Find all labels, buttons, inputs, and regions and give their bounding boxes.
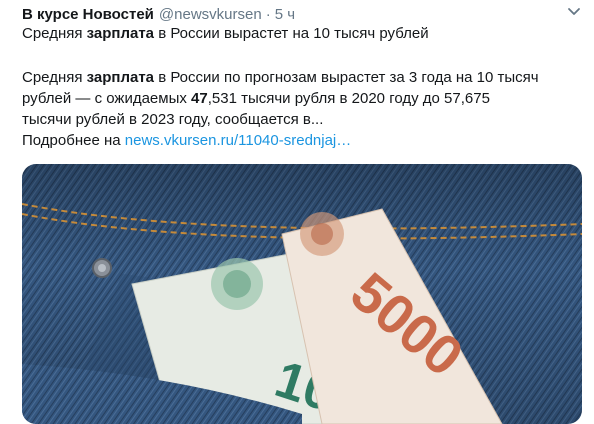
body-text: Подробнее на: [22, 132, 125, 149]
body-highlight: зарплата: [86, 69, 155, 86]
tweet-header: В курсе Новостей @newsvkursen · 5 ч: [22, 3, 594, 25]
author-name[interactable]: В курсе Новостей: [22, 6, 154, 23]
body-highlight: 47: [191, 90, 208, 107]
body-text: ,531 тысячи рубля в 2020 году до 57,675: [207, 90, 490, 107]
body-text: Средняя: [22, 69, 87, 86]
separator-dot: ·: [265, 5, 271, 23]
body-text: рублей — с ожидаемых: [22, 90, 192, 107]
tweet-title: Средняя зарплата в России вырастет на 10…: [22, 24, 429, 44]
body-line-3: тысячи рублей в 2023 году, сообщается в.…: [22, 111, 324, 128]
title-highlight: зарплата: [86, 25, 155, 42]
author-handle[interactable]: @newsvkursen: [159, 6, 262, 23]
chevron-down-icon[interactable]: [566, 3, 582, 19]
article-link[interactable]: news.vkursen.ru/11040-srednjaj…: [125, 132, 352, 149]
body-line-1: Средняя зарплата в России по прогнозам в…: [22, 68, 539, 88]
body-line-2: рублей — с ожидаемых 47,531 тысячи рубля…: [22, 89, 490, 109]
body-text: в России по прогнозам вырастет за 3 года…: [154, 69, 539, 86]
title-text: Средняя: [22, 25, 87, 42]
timestamp[interactable]: 5 ч: [275, 6, 295, 23]
tweet-image[interactable]: 1000 5000: [22, 164, 582, 424]
title-text-rest: в России вырастет на 10 тысяч рублей: [154, 25, 429, 42]
body-line-4: Подробнее на news.vkursen.ru/11040-sredn…: [22, 131, 351, 151]
